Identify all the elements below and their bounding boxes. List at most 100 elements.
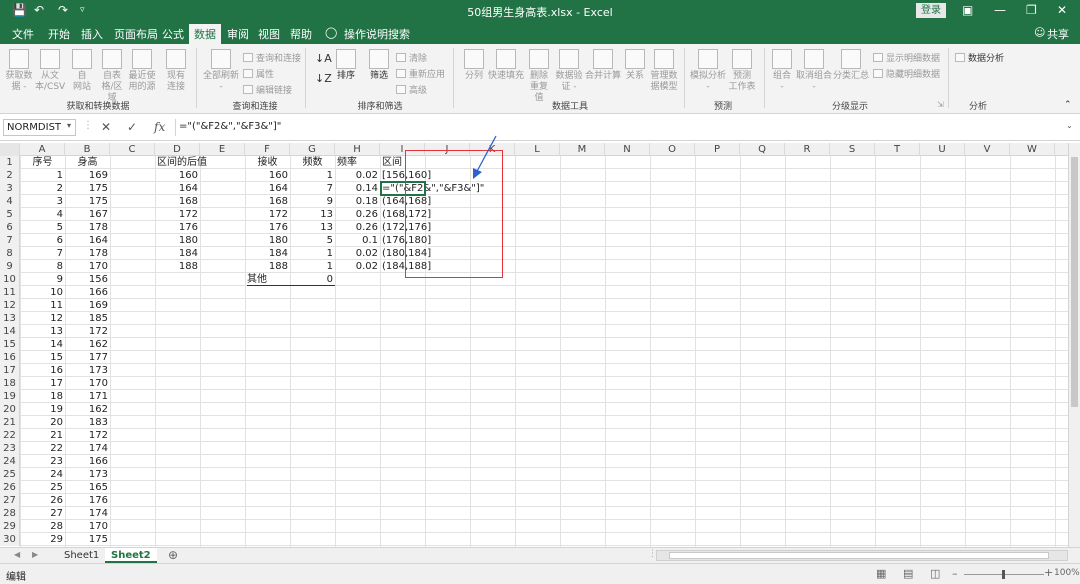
tab-formulas[interactable]: 公式 — [162, 26, 184, 42]
sheet-tab-sheet2[interactable]: Sheet2 — [105, 548, 157, 563]
zoom-out-icon[interactable]: – — [952, 567, 958, 580]
dialog-launcher-icon[interactable]: ⇲ — [937, 100, 944, 109]
scroll-prev-sheet-icon[interactable]: ◀ — [14, 550, 20, 559]
cell-b28[interactable]: 174 — [67, 507, 108, 520]
zoom-in-icon[interactable]: + — [1044, 566, 1053, 579]
from-table-button[interactable]: 自表 格/区域 — [97, 49, 127, 104]
cell-f3[interactable]: 164 — [247, 182, 288, 195]
existing-connections-button[interactable]: 现有 连接 — [162, 49, 190, 93]
cell-b26[interactable]: 165 — [67, 481, 108, 494]
cell-b18[interactable]: 170 — [67, 377, 108, 390]
cell-d7[interactable]: 180 — [157, 234, 198, 247]
collapse-ribbon-icon[interactable]: ⌃ — [1064, 100, 1072, 110]
row-header-20[interactable]: 20 — [0, 403, 20, 416]
cell-f8[interactable]: 184 — [247, 247, 288, 260]
vertical-scroll-thumb[interactable] — [1071, 157, 1078, 407]
cell-d1[interactable]: 区间的后值 — [157, 156, 237, 169]
column-header-h[interactable]: H — [335, 143, 380, 156]
cell-b14[interactable]: 172 — [67, 325, 108, 338]
row-header-11[interactable]: 11 — [0, 286, 20, 299]
insert-function-icon[interactable]: fx — [154, 120, 165, 134]
cell-a26[interactable]: 25 — [22, 481, 63, 494]
cell-f9[interactable]: 188 — [247, 260, 288, 273]
cell-a7[interactable]: 6 — [22, 234, 63, 247]
page-break-view-icon[interactable]: ◫ — [930, 567, 940, 580]
column-header-m[interactable]: M — [560, 143, 605, 156]
row-header-29[interactable]: 29 — [0, 520, 20, 533]
cell-a6[interactable]: 5 — [22, 221, 63, 234]
row-header-19[interactable]: 19 — [0, 390, 20, 403]
cell-a15[interactable]: 14 — [22, 338, 63, 351]
column-header-l[interactable]: L — [515, 143, 560, 156]
column-header-n[interactable]: N — [605, 143, 650, 156]
row-header-3[interactable]: 3 — [0, 182, 20, 195]
cell-h7[interactable]: 0.1 — [337, 234, 378, 247]
row-header-22[interactable]: 22 — [0, 429, 20, 442]
scroll-next-sheet-icon[interactable]: ▶ — [32, 550, 38, 559]
cell-h8[interactable]: 0.02 — [337, 247, 378, 260]
filter-button[interactable]: 筛选 — [366, 49, 392, 82]
tab-page-layout[interactable]: 页面布局 — [114, 26, 158, 42]
close-icon[interactable]: ✕ — [1057, 3, 1067, 17]
remove-duplicates-button[interactable]: 删除 重复值 — [526, 49, 552, 104]
hide-detail-button[interactable]: 隐藏明细数据 — [873, 67, 940, 80]
cell-b4[interactable]: 175 — [67, 195, 108, 208]
cell-f2[interactable]: 160 — [247, 169, 288, 182]
cell-g2[interactable]: 1 — [292, 169, 333, 182]
share-button[interactable]: 共享 — [1047, 26, 1069, 42]
minimize-icon[interactable]: — — [994, 3, 1006, 17]
cell-a1[interactable]: 序号 — [22, 156, 63, 169]
cell-b11[interactable]: 166 — [67, 286, 108, 299]
cell-b3[interactable]: 175 — [67, 182, 108, 195]
cell-g7[interactable]: 5 — [292, 234, 333, 247]
cell-a21[interactable]: 20 — [22, 416, 63, 429]
cell-a10[interactable]: 9 — [22, 273, 63, 286]
relationships-button[interactable]: 关系 — [624, 49, 646, 82]
cell-a9[interactable]: 8 — [22, 260, 63, 273]
from-web-button[interactable]: 自网站 — [68, 49, 96, 93]
refresh-all-button[interactable]: 全部刷新 - — [203, 49, 239, 93]
tab-help[interactable]: 帮助 — [290, 26, 312, 42]
name-box-dropdown-icon[interactable]: ▾ — [67, 121, 71, 130]
cell-b2[interactable]: 169 — [67, 169, 108, 182]
cell-a28[interactable]: 27 — [22, 507, 63, 520]
row-header-12[interactable]: 12 — [0, 299, 20, 312]
row-header-21[interactable]: 21 — [0, 416, 20, 429]
cell-g1[interactable]: 频数 — [292, 156, 333, 169]
column-header-f[interactable]: F — [245, 143, 290, 156]
row-header-6[interactable]: 6 — [0, 221, 20, 234]
column-header-s[interactable]: S — [830, 143, 875, 156]
cell-b6[interactable]: 178 — [67, 221, 108, 234]
cell-b29[interactable]: 170 — [67, 520, 108, 533]
row-header-25[interactable]: 25 — [0, 468, 20, 481]
column-header-o[interactable]: O — [650, 143, 695, 156]
text-to-columns-button[interactable]: 分列 — [462, 49, 486, 82]
row-header-30[interactable]: 30 — [0, 533, 20, 546]
cell-d3[interactable]: 164 — [157, 182, 198, 195]
column-header-r[interactable]: R — [785, 143, 830, 156]
cell-d9[interactable]: 188 — [157, 260, 198, 273]
cell-a8[interactable]: 7 — [22, 247, 63, 260]
cell-a20[interactable]: 19 — [22, 403, 63, 416]
cancel-icon[interactable]: ✕ — [101, 120, 111, 134]
edit-links-button[interactable]: 编辑链接 — [243, 83, 292, 96]
cell-g6[interactable]: 13 — [292, 221, 333, 234]
cell-a11[interactable]: 10 — [22, 286, 63, 299]
zoom-slider-thumb[interactable] — [1002, 570, 1005, 579]
column-header-b[interactable]: B — [65, 143, 110, 156]
advanced-filter-button[interactable]: 高级 — [396, 83, 427, 96]
cell-a13[interactable]: 12 — [22, 312, 63, 325]
cell-a19[interactable]: 18 — [22, 390, 63, 403]
sort-az-icon[interactable]: ↓A — [315, 52, 332, 65]
cell-f4[interactable]: 168 — [247, 195, 288, 208]
cell-b22[interactable]: 172 — [67, 429, 108, 442]
cell-a18[interactable]: 17 — [22, 377, 63, 390]
horizontal-scrollbar[interactable] — [656, 550, 1068, 561]
name-box[interactable]: NORMDIST — [3, 119, 76, 136]
row-header-18[interactable]: 18 — [0, 377, 20, 390]
cell-a27[interactable]: 26 — [22, 494, 63, 507]
column-header-v[interactable]: V — [965, 143, 1010, 156]
cell-a14[interactable]: 13 — [22, 325, 63, 338]
page-layout-view-icon[interactable]: ▤ — [903, 567, 913, 580]
restore-icon[interactable]: ❐ — [1026, 3, 1037, 17]
